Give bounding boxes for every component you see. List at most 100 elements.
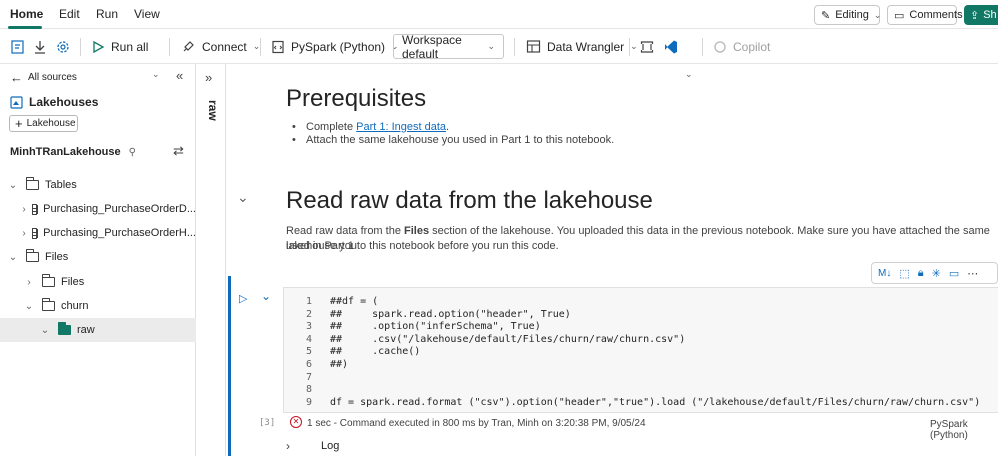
tree-item-raw[interactable]: ⌄ raw [0, 318, 196, 342]
code-line: ##df = ( [330, 296, 379, 307]
tree-item-table[interactable]: › Purchasing_PurchaseOrderH... [0, 221, 196, 245]
prerequisites-heading: Prerequisites [286, 85, 427, 112]
lakehouse-name: MinhTRanLakehouse [10, 146, 121, 158]
expand-frame-icon [640, 40, 654, 53]
tree-item-table[interactable]: › Purchasing_PurchaseOrderD... [0, 197, 196, 221]
description-bold-text: Files [404, 225, 430, 237]
tree-item-tables[interactable]: ⌄ Tables [0, 173, 196, 197]
chevron-down-icon[interactable]: ⌄ [6, 180, 20, 191]
folder-icon [26, 177, 39, 190]
copilot-button[interactable]: Copilot [713, 29, 770, 64]
run-all-label: Run all [111, 39, 149, 54]
tree-label: Tables [45, 179, 77, 191]
play-icon [93, 40, 105, 53]
run-cell-icon[interactable]: ▷ [239, 292, 247, 305]
execution-status: 1 sec - Command executed in 800 ms by Tr… [307, 418, 646, 429]
lakehouse-name-row[interactable]: MinhTRanLakehouse ⚲ [0, 143, 196, 161]
select-cell-icon[interactable]: ⬚ [899, 267, 909, 280]
lock-icon[interactable]: 🔒︎ [918, 267, 924, 280]
share-button[interactable]: ⇪ Sh [964, 5, 998, 25]
sync-icon[interactable]: ⇄ [173, 143, 184, 159]
log-label[interactable]: Log [321, 440, 339, 452]
code-line: ##) [330, 359, 349, 370]
share-label: Sh [983, 9, 997, 21]
data-wrangler-label: Data Wrangler [547, 39, 625, 54]
table-icon [32, 227, 38, 239]
code-line: ## spark.read.option("header", True) [330, 308, 571, 320]
tree-item-files[interactable]: ⌄ Files [0, 245, 196, 269]
description-text: Read raw data from the [286, 225, 405, 237]
collapse-panel-icon[interactable]: « [176, 68, 183, 83]
prereq-bullet-1: Complete Part 1: Ingest data. [306, 121, 449, 133]
chevron-right-icon[interactable]: › [22, 228, 26, 239]
tree-label: churn [61, 300, 89, 312]
run-all-button[interactable]: Run all [91, 29, 148, 64]
tree-item-files-folder[interactable]: › Files [0, 270, 196, 294]
toolbar-divider [169, 38, 170, 56]
freeze-icon[interactable]: ✳ [932, 267, 941, 280]
chevron-down-icon[interactable]: ⌄ [22, 301, 36, 312]
all-sources-link[interactable]: ← All sources [0, 69, 196, 85]
bullet-dot: • [292, 121, 296, 133]
folder-icon [26, 249, 39, 262]
menu-tab-run[interactable]: Run [96, 7, 118, 21]
add-lakehouse-button[interactable]: + Lakehouse [9, 115, 78, 132]
notebook-settings-button[interactable] [10, 29, 26, 64]
toolbar-divider [629, 38, 630, 56]
editing-label: Editing [835, 9, 869, 21]
back-arrow-icon: ← [10, 69, 23, 85]
collapse-section-icon[interactable]: ⌄ [237, 189, 249, 206]
line-number: 5 [305, 346, 312, 358]
toolbar-divider [260, 38, 261, 56]
pin-icon[interactable]: ⚲ [129, 147, 136, 158]
focus-mode-button[interactable] [640, 29, 654, 64]
tree-label: Files [45, 251, 69, 263]
lakehouse-explorer-panel: ← All sources « Lakehouses + Lakehouse M… [0, 64, 196, 456]
line-number: 4 [305, 333, 312, 345]
toolbar-divider [702, 38, 703, 56]
cell-chevron-down-icon[interactable]: ⌄ [261, 289, 271, 303]
menu-bar: Home Edit Run View ✎ Editing ⌄ ▭ Comment… [0, 0, 998, 29]
menu-tab-view[interactable]: View [134, 7, 160, 21]
data-wrangler-button[interactable]: Data Wrangler ⌄ [526, 29, 638, 64]
comments-button[interactable]: ▭ Comments [887, 5, 963, 25]
active-cell-indicator [228, 276, 231, 456]
environment-select[interactable]: Workspace default ⌄ [393, 33, 504, 61]
editing-mode-button[interactable]: ✎ Editing ⌄ [814, 5, 882, 25]
table-icon [32, 203, 38, 215]
comment-icon[interactable]: ▭ [949, 267, 959, 280]
code-line: df = spark.read.format ("csv").option("h… [330, 396, 981, 408]
toolbar-divider [80, 38, 81, 56]
language-label: PySpark (Python) [291, 39, 386, 54]
chevron-right-icon[interactable]: › [22, 277, 36, 288]
vscode-chevron-icon[interactable]: ⌄ [685, 69, 693, 80]
chevron-right-icon[interactable]: › [22, 204, 26, 215]
chevron-down-icon: ⌄ [873, 9, 882, 20]
line-number: 1 [305, 296, 312, 307]
copilot-label: Copilot [733, 39, 771, 54]
download-icon [35, 40, 45, 54]
menu-tab-edit[interactable]: Edit [59, 7, 80, 21]
open-in-vscode-button[interactable] [663, 29, 679, 64]
chevron-down-icon[interactable]: ⌄ [6, 252, 20, 263]
connect-button[interactable]: Connect ⌄ [181, 29, 260, 64]
line-number: 3 [305, 321, 312, 333]
folder-open-icon [58, 322, 71, 335]
download-button[interactable] [32, 29, 48, 64]
file-browser-strip [196, 64, 226, 456]
tree-label: Purchasing_PurchaseOrderD... [43, 203, 196, 215]
more-options-icon[interactable]: ⋯ [967, 267, 978, 280]
language-select[interactable]: PySpark (Python) ⌄ [271, 29, 399, 64]
tree-item-churn[interactable]: ⌄ churn [0, 294, 196, 318]
log-expand-icon[interactable]: › [286, 439, 290, 453]
folder-icon [42, 274, 55, 287]
menu-tab-home[interactable]: Home [10, 7, 43, 21]
tree-label: Purchasing_PurchaseOrderH... [43, 227, 196, 239]
markdown-toggle-icon[interactable]: M↓ [878, 268, 891, 279]
chevron-down-icon[interactable]: ⌄ [38, 325, 52, 336]
settings-button[interactable] [55, 29, 71, 64]
cell-language-label[interactable]: PySpark (Python) [930, 419, 998, 441]
execution-count: [3] [259, 418, 276, 428]
expand-panel-icon[interactable]: » [205, 70, 212, 85]
part1-link[interactable]: Part 1: Ingest data [356, 121, 446, 133]
